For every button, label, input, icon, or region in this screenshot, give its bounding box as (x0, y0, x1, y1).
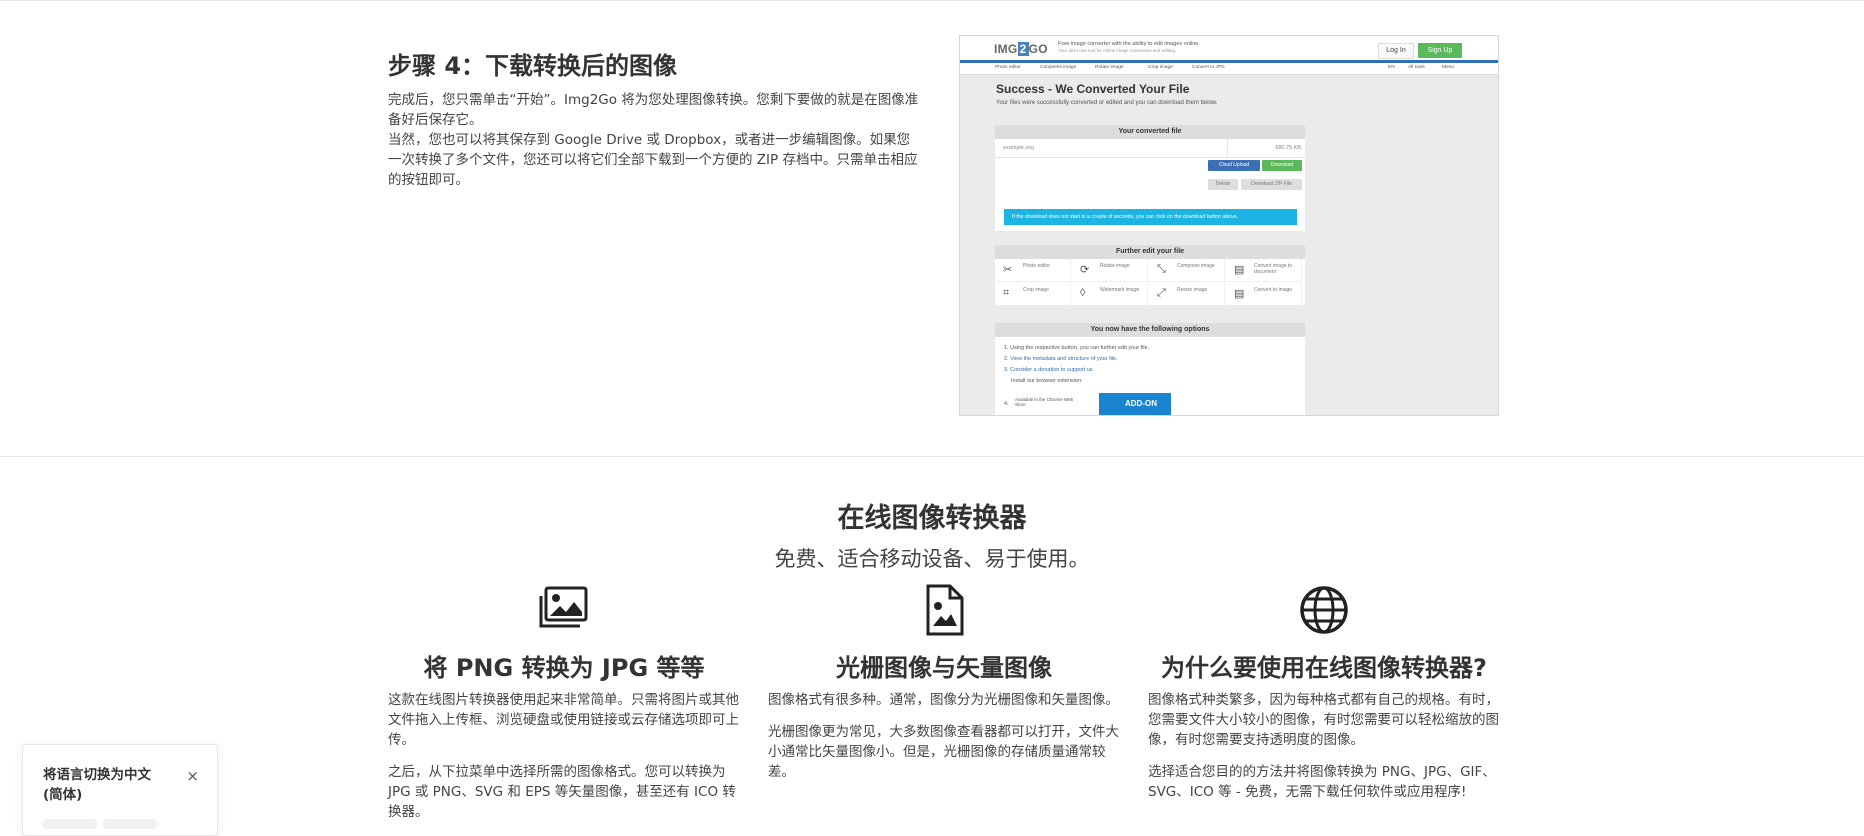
option-item: 1. Using the respective button, you can … (1004, 345, 1150, 351)
feature-title: 为什么要使用在线图像转换器? (1161, 654, 1487, 682)
tool-label: Rotate image (1100, 263, 1130, 269)
language-option-button[interactable] (43, 819, 97, 829)
tool-label: Compress image (1177, 263, 1215, 269)
file-row: example.svg 680.75 KB (995, 139, 1305, 158)
feature-paragraph: 这款在线图片转换器使用起来非常简单。只需将图片或其他文件拖入上传框、浏览硬盘或使… (388, 692, 739, 748)
images-icon (539, 586, 588, 628)
nav-item: Crop image (1148, 65, 1173, 70)
resize-icon: ⤢ (1157, 287, 1166, 299)
further-edit-box: Further edit your file ✂ Photo editor ⟳ Ro… (995, 245, 1305, 306)
nav-item: Convert to JPG (1192, 65, 1225, 70)
feature-column: 光栅图像与矢量图像 图像格式有很多种。通常，图像分为光栅图像和矢量图像。 光栅图… (768, 584, 1120, 780)
step-paragraph: 完成后，您只需单击“开始”。Img2Go 将为您处理图像转换。您剩下要做的就是在… (388, 92, 919, 128)
rotate-icon: ⟳ (1080, 264, 1090, 276)
tool-label: Photo editor (1023, 263, 1050, 269)
nav-item: Menu (1442, 65, 1454, 70)
download-button: Download (1262, 160, 1302, 171)
feature-paragraph: 光栅图像更为常见，大多数图像查看器都可以打开，文件大小通常比矢量图像小。但是，光… (768, 724, 1119, 780)
close-icon[interactable]: × (186, 767, 199, 785)
top-divider (0, 0, 1864, 1)
feature-column: 为什么要使用在线图像转换器? 图像格式种类繁多，因为每种格式都有自己的规格。有时… (1148, 584, 1500, 800)
nav-item: EN (1388, 65, 1395, 70)
option-item: 3. Consider a donation to support us. (1004, 367, 1095, 373)
chrome-store-badge: Available in the Chrome Web Store (1015, 397, 1074, 407)
option-item: 4. (1004, 401, 1009, 407)
nav-item: Compress image (1040, 65, 1077, 70)
tool-label: Convert to image (1254, 287, 1293, 293)
tagline-sub: Your all-in-one tool for online image co… (1058, 48, 1177, 53)
convert-image-icon: ▤ (1234, 288, 1245, 300)
feature-paragraph: 图像格式有很多种。通常，图像分为光栅图像和矢量图像。 (768, 692, 1119, 708)
delete-button: Delete (1208, 179, 1238, 190)
feature-paragraph: 图像格式种类繁多，因为每种格式都有自己的规格。有时，您需要文件大小较小的图像，有… (1148, 692, 1499, 748)
feature-column: 将 PNG 转换为 JPG 等等 这款在线图片转换器使用起来非常简单。只需将图片… (388, 584, 740, 820)
login-button: Log In (1378, 43, 1414, 59)
section-divider (0, 456, 1864, 457)
success-heading: Success - We Converted Your File (996, 82, 1190, 96)
language-switch-text[interactable]: 将语言切换为中文 (简体) (43, 765, 173, 805)
converted-file-box: Your converted file example.svg 680.75 K… (995, 125, 1305, 231)
crop-icon: ⌗ (1003, 287, 1010, 299)
screenshot-header: IMG 2 GO Free image converter with the abi… (960, 36, 1498, 60)
file-image-icon (926, 584, 964, 636)
options-box: You now have the following options 1. Us… (995, 323, 1305, 415)
tool-label: Crop image (1023, 287, 1049, 293)
globe-icon (1300, 586, 1348, 634)
tool-label: Watermark image (1100, 287, 1140, 293)
cloud-upload-button: Cloud Upload (1208, 160, 1260, 171)
step-paragraph: 当然，您也可以将其保存到 Google Drive 或 Dropbox，或者进一… (388, 132, 918, 188)
step-description: 完成后，您只需单击“开始”。Img2Go 将为您处理图像转换。您剩下要做的就是在… (388, 90, 922, 190)
download-alert: If the download does not start in a coup… (1004, 209, 1297, 225)
language-switch-popup: 将语言切换为中文 (简体) × (22, 744, 218, 836)
feature-title: 将 PNG 转换为 JPG 等等 (423, 654, 705, 682)
nav-item: Rotate image (1095, 65, 1124, 70)
signup-button: Sign Up (1418, 43, 1462, 58)
success-subtext: Your files were successfully converted o… (996, 100, 1218, 106)
screenshot-nav: Photo editor Compress image Rotate image… (960, 63, 1498, 75)
section-subtitle: 免费、适合移动设备、易于使用。 (774, 547, 1090, 571)
nav-item: All tools (1408, 65, 1425, 70)
options-header: You now have the following options (995, 323, 1305, 337)
document-icon: ▤ (1234, 264, 1245, 276)
feature-title: 光栅图像与矢量图像 (836, 654, 1052, 682)
language-option-button[interactable] (103, 819, 157, 829)
further-header: Further edit your file (995, 245, 1305, 259)
compress-icon: ⤡ (1157, 263, 1166, 275)
tool-label: Convert image to document (1254, 263, 1293, 275)
converted-header: Your converted file (995, 125, 1305, 139)
option-item: Install our browser extension: (1011, 378, 1083, 384)
img2go-logo: IMG 2 GO (994, 42, 1048, 56)
feature-paragraph: 选择适合您目的的方法并将图像转换为 PNG、JPG、GIF、SVG、ICO 等 … (1148, 764, 1496, 800)
nav-item: Photo editor (995, 65, 1021, 70)
tool-label: Resize image (1177, 287, 1208, 293)
option-item: 2. View the metadata and structure of yo… (1004, 356, 1118, 362)
tagline: Free image converter with the ability to… (1058, 41, 1200, 47)
download-zip-button: Download ZIP File (1241, 179, 1302, 190)
file-name: example.svg (1003, 145, 1034, 151)
watermark-icon: ◊ (1080, 287, 1086, 299)
file-size: 680.75 KB (1275, 145, 1301, 151)
step-title: 步骤 4：下载转换后的图像 (388, 52, 678, 80)
firefox-addon-badge: ADD-ON (1099, 393, 1171, 415)
photo-editor-icon: ✂ (1003, 264, 1013, 276)
section-title: 在线图像转换器 (837, 503, 1027, 534)
feature-paragraph: 之后，从下拉菜单中选择所需的图像格式。您可以转换为 JPG 或 PNG、SVG … (388, 764, 736, 820)
download-screenshot: IMG 2 GO Free image converter with the abi… (959, 35, 1499, 416)
